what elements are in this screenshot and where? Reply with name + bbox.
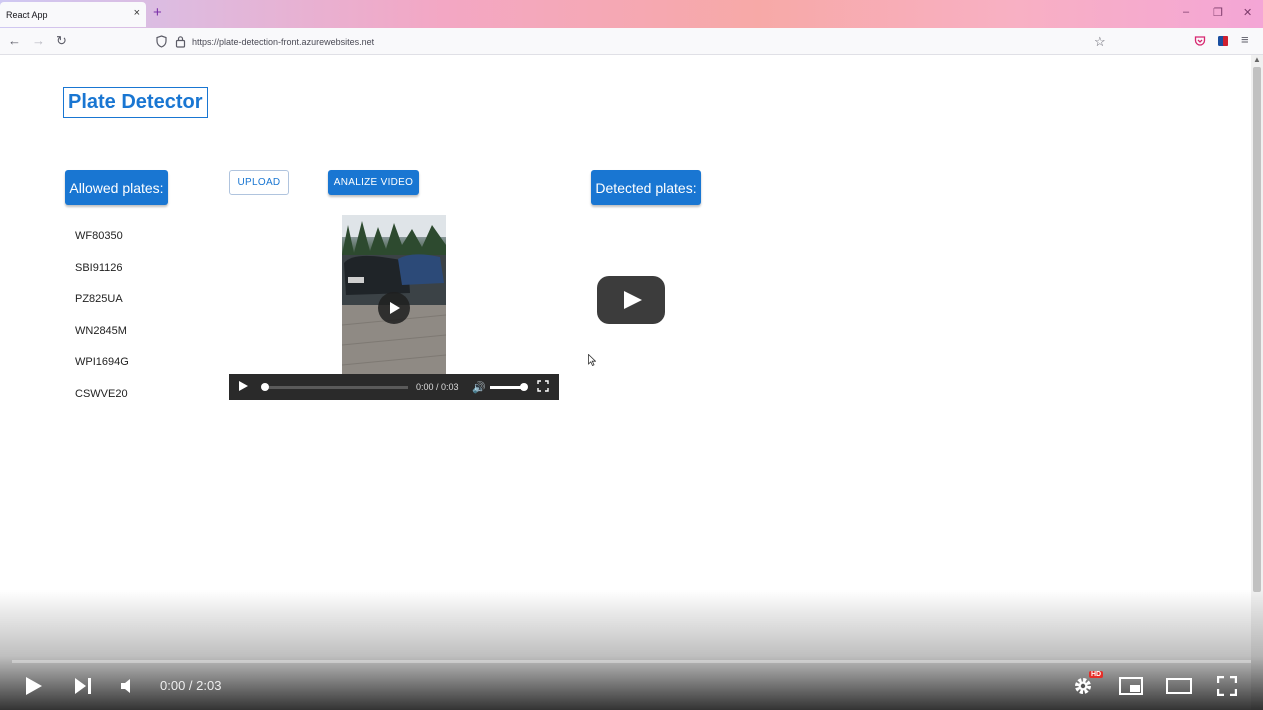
video-progress-handle[interactable] [261, 383, 269, 391]
youtube-play-icon[interactable] [25, 676, 43, 696]
youtube-time: 0:00 / 2:03 [160, 678, 222, 693]
youtube-volume-icon[interactable] [120, 678, 138, 694]
new-tab-icon[interactable]: + [153, 5, 162, 21]
youtube-fullscreen-icon[interactable] [1217, 676, 1237, 696]
video-controls: 0:00 / 0:03 🔊 [229, 374, 559, 400]
restore-icon[interactable]: ❐ [1213, 6, 1223, 19]
bookmark-star-icon[interactable]: ☆ [1094, 34, 1106, 50]
allowed-plates-list: WF80350 SBI91126 PZ825UA WN2845M WPI1694… [75, 229, 129, 419]
video-play-overlay-icon[interactable] [378, 292, 410, 324]
hd-badge: HD [1089, 671, 1104, 678]
analize-video-button[interactable]: ANALIZE VIDEO [328, 170, 419, 195]
allowed-plates-button[interactable]: Allowed plates: [65, 170, 168, 205]
forward-icon[interactable]: → [32, 34, 45, 48]
video-volume-handle[interactable] [520, 383, 528, 391]
menu-icon[interactable]: ≡ [1241, 33, 1249, 47]
list-item: SBI91126 [75, 261, 123, 274]
scrollbar-thumb[interactable] [1253, 67, 1261, 592]
list-item: WN2845M [75, 324, 127, 337]
tab-title: React App [6, 9, 48, 20]
browser-tab-bar: React App × + – ❐ ✕ [0, 0, 1263, 28]
address-bar[interactable]: https://plate-detection-front.azurewebsi… [150, 30, 1110, 53]
extension-icon[interactable] [1217, 35, 1229, 47]
pocket-icon[interactable] [1194, 35, 1206, 47]
youtube-miniplayer-icon[interactable] [1119, 677, 1143, 695]
browser-toolbar: ← → ↻ https://plate-detection-front.azur… [0, 28, 1263, 55]
video-time: 0:00 / 0:03 [416, 382, 459, 392]
video-player[interactable]: 0:00 / 0:03 🔊 [229, 215, 559, 400]
url-text[interactable]: https://plate-detection-front.azurewebsi… [192, 37, 374, 47]
youtube-progress-bar[interactable] [12, 660, 1251, 663]
page-title: Plate Detector [63, 87, 208, 118]
reload-icon[interactable]: ↻ [56, 34, 67, 48]
list-item: CSWVE20 [75, 387, 128, 400]
back-icon[interactable]: ← [8, 34, 21, 48]
scroll-up-icon[interactable]: ▲ [1253, 55, 1261, 64]
video-play-icon[interactable] [239, 381, 248, 391]
list-item: WF80350 [75, 230, 123, 242]
lock-icon[interactable] [175, 35, 186, 48]
window-close-icon[interactable]: ✕ [1243, 6, 1252, 19]
list-item: PZ825UA [75, 293, 123, 306]
browser-tab[interactable]: React App × [0, 2, 146, 27]
list-item: WPI1694G [75, 356, 129, 369]
tab-close-icon[interactable]: × [134, 7, 140, 19]
mouse-cursor-icon [588, 354, 596, 366]
screen: React App × + – ❐ ✕ ← → ↻ https://plate-… [0, 0, 1263, 710]
youtube-theater-mode-icon[interactable] [1166, 678, 1192, 694]
video-fullscreen-icon[interactable] [537, 380, 549, 392]
tracking-shield-icon[interactable] [156, 35, 167, 48]
video-thumbnail [342, 215, 446, 400]
minimize-icon[interactable]: – [1183, 6, 1189, 18]
upload-button[interactable]: UPLOAD [229, 170, 289, 195]
detected-plates-button[interactable]: Detected plates: [591, 170, 701, 205]
youtube-settings-icon[interactable] [1073, 676, 1093, 696]
video-volume-slider[interactable] [490, 386, 524, 389]
video-volume-icon[interactable]: 🔊 [472, 381, 486, 394]
youtube-next-icon[interactable] [74, 677, 92, 695]
youtube-big-play-icon[interactable] [597, 276, 665, 324]
video-progress-bar[interactable] [262, 386, 408, 389]
